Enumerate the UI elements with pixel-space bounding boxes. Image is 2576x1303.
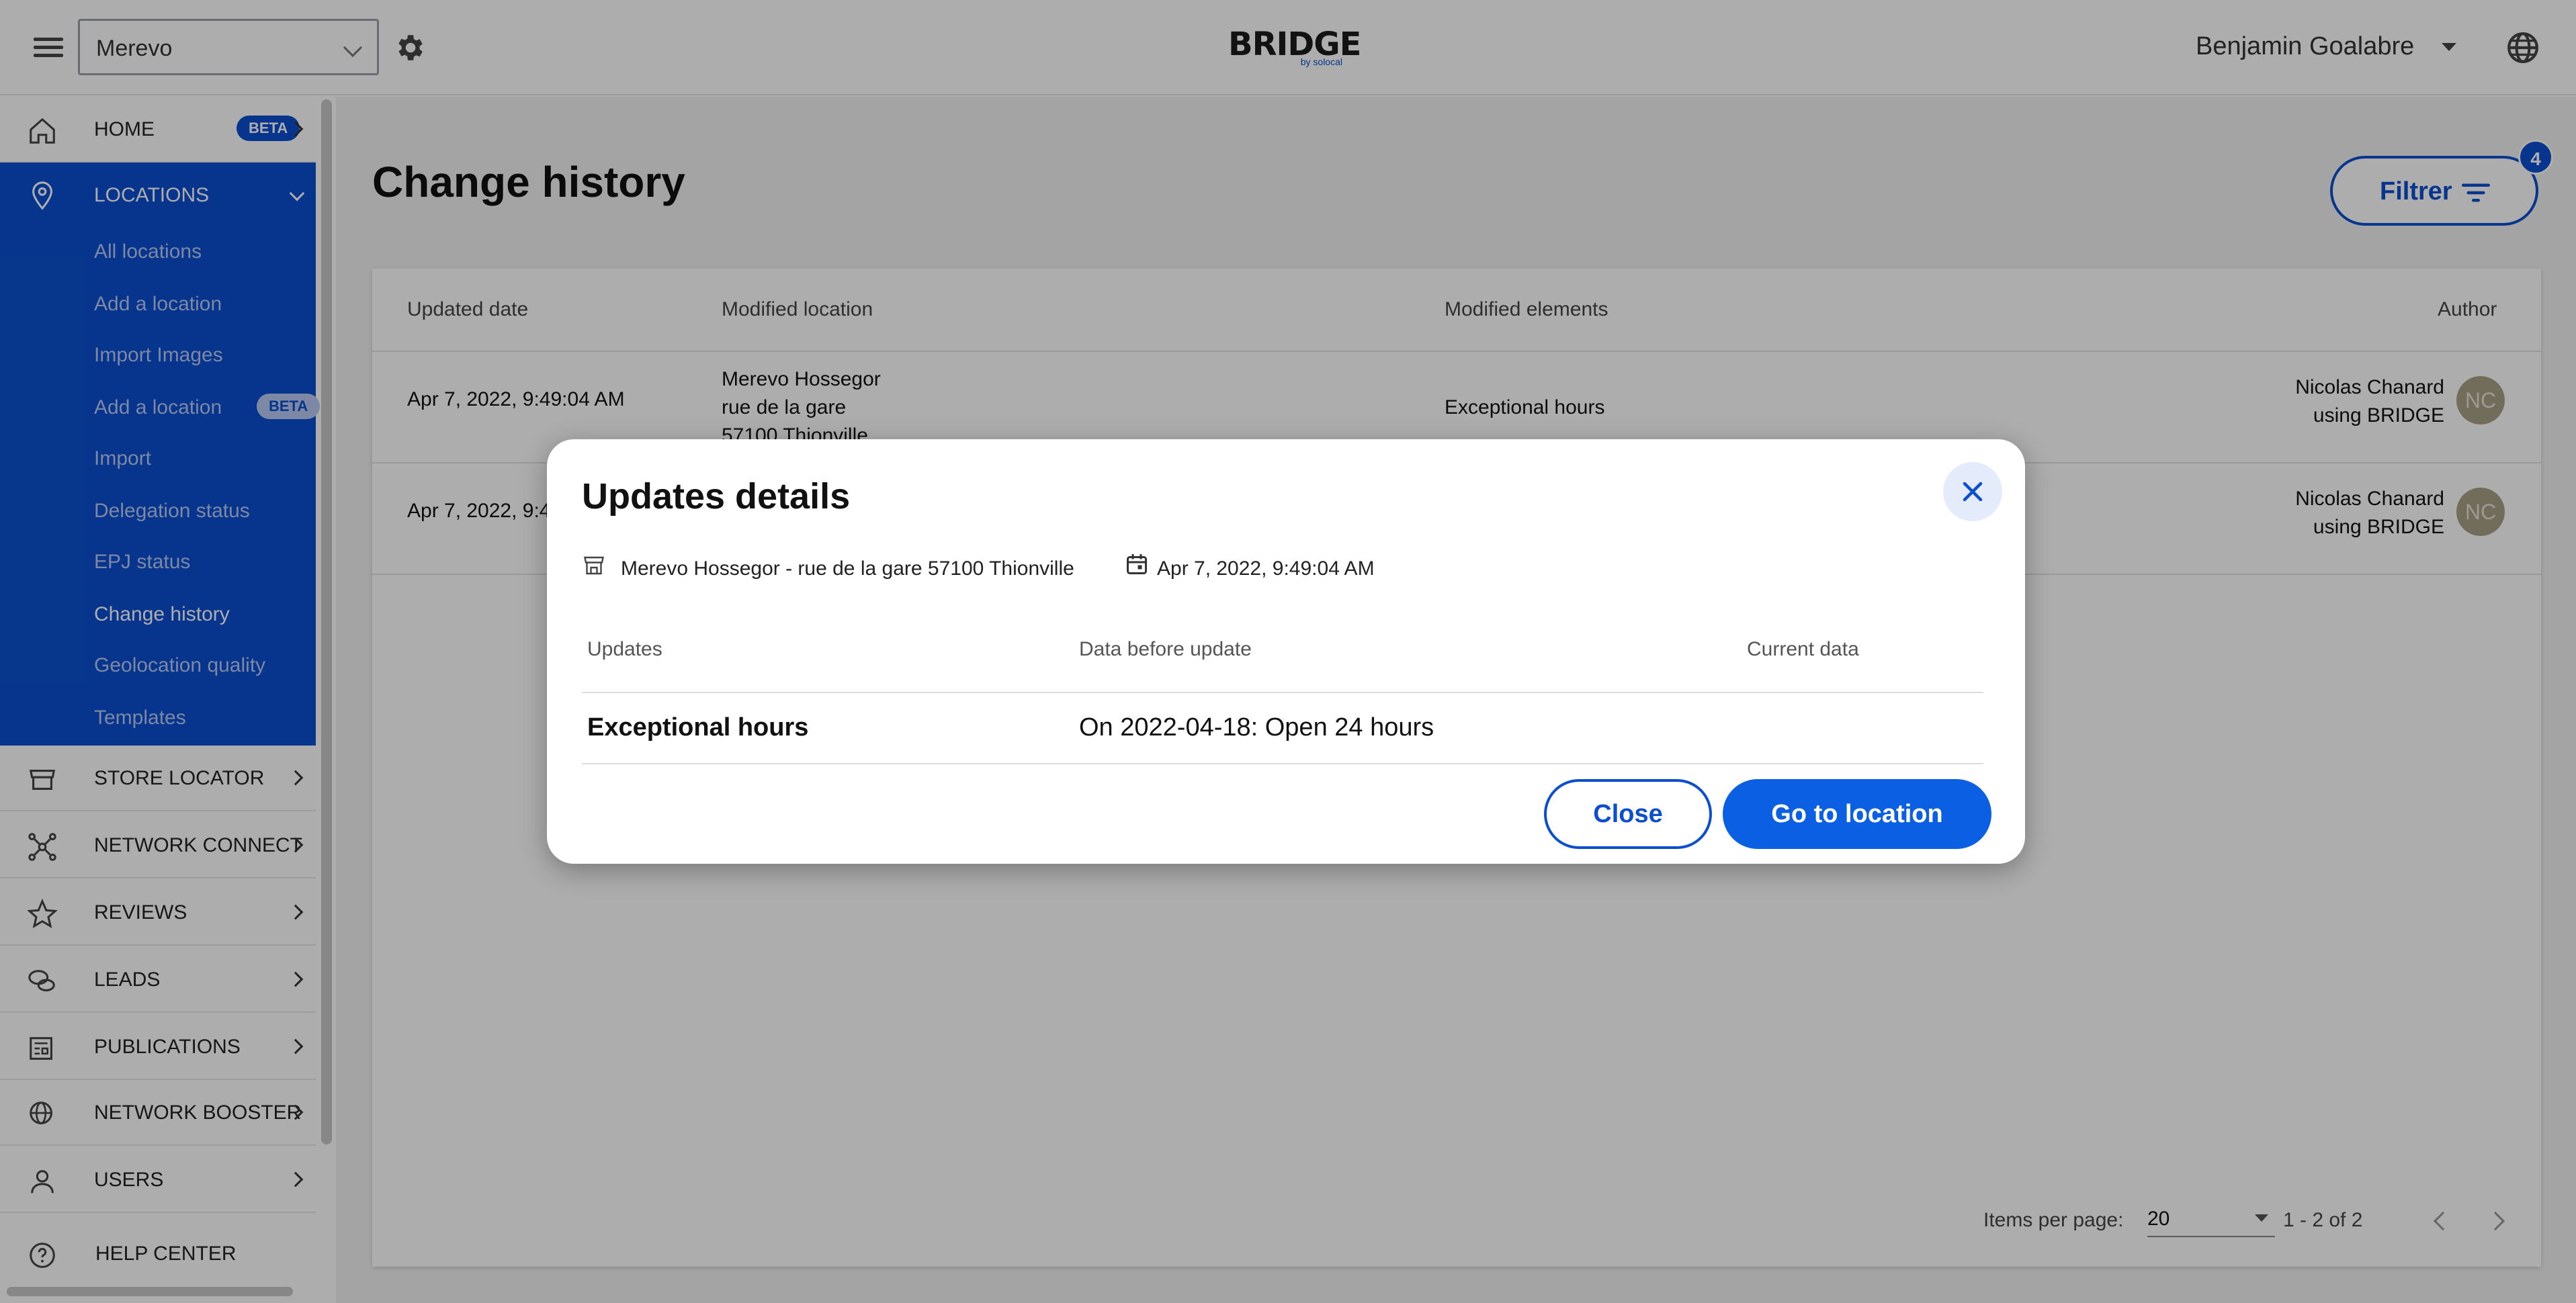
dialog-column-current-data: Current data [1747, 638, 1859, 660]
calendar-icon [1127, 554, 1147, 574]
dialog-divider [582, 763, 1983, 764]
close-icon [1963, 482, 1983, 502]
go-to-location-button[interactable]: Go to location [1723, 779, 1991, 849]
dialog-divider [582, 692, 1983, 693]
updates-details-dialog: Updates details Merevo Hossegor - rue de… [547, 439, 2025, 864]
dialog-column-data-before: Data before update [1079, 638, 1252, 660]
dialog-data-before: On 2022-04-18: Open 24 hours [1079, 713, 1434, 742]
dialog-close-icon-button[interactable] [1943, 462, 2002, 521]
dialog-location: Merevo Hossegor - rue de la gare 57100 T… [621, 557, 1074, 580]
close-button[interactable]: Close [1544, 779, 1712, 849]
dialog-title: Updates details [582, 476, 851, 516]
dialog-update-name: Exceptional hours [587, 713, 809, 742]
store-icon [584, 556, 604, 575]
dialog-date: Apr 7, 2022, 9:49:04 AM [1157, 557, 1375, 580]
dialog-column-updates: Updates [587, 638, 662, 660]
